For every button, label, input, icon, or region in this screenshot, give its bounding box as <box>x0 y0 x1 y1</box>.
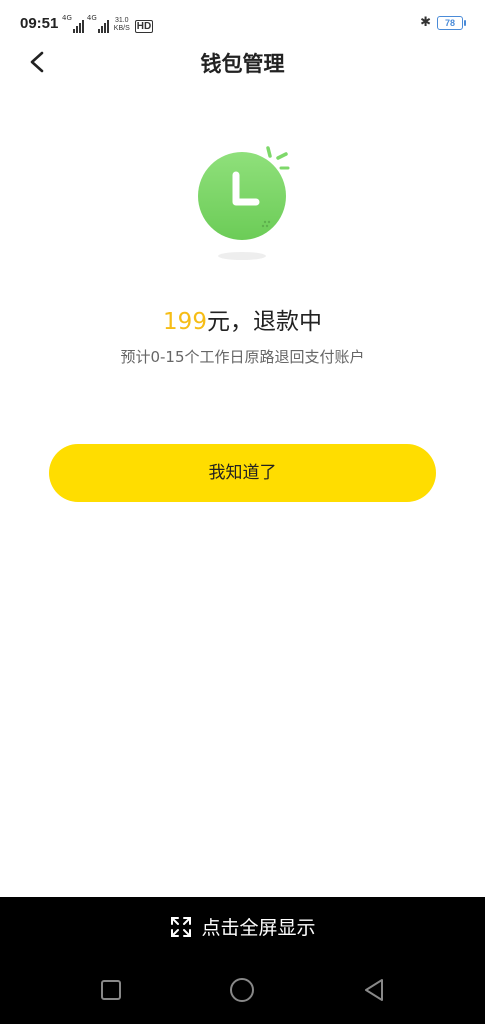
signal-icon-1 <box>72 19 84 33</box>
status-icons: 4G 4G 31.0 KB/S HD <box>62 14 154 33</box>
refund-hint: 预计0-15个工作日原路退回支付账户 <box>120 348 365 366</box>
refund-status: 199元，退款中 <box>0 302 485 336</box>
clock-icon <box>198 146 290 260</box>
nav-back-button[interactable] <box>359 975 389 1005</box>
network-speed: 31.0 KB/S <box>114 17 130 33</box>
network-type-1: 4G <box>62 14 72 22</box>
network-type-2: 4G <box>86 14 97 22</box>
status-time: 09:51 <box>20 15 59 32</box>
battery-icon: 78 <box>437 15 466 30</box>
fullscreen-label: 点击全屏显示 <box>201 917 316 939</box>
bluetooth-icon: ✱ <box>420 15 431 30</box>
clock-illustration <box>190 140 300 270</box>
recent-apps-button[interactable] <box>96 975 126 1005</box>
system-nav-bar <box>0 975 485 1005</box>
confirm-button[interactable]: 我知道了 <box>49 444 436 502</box>
expand-icon <box>171 916 192 937</box>
status-right: ✱ 78 <box>420 15 466 30</box>
refund-status-text: 元，退款中 <box>206 309 322 335</box>
speed-unit: KB/S <box>113 25 130 32</box>
square-icon <box>101 980 121 1000</box>
speed-value: 31.0 <box>114 17 129 24</box>
bottom-overlay: 点击全屏显示 <box>0 897 485 1024</box>
page-title: 钱包管理 <box>200 52 285 76</box>
circle-icon <box>230 978 254 1002</box>
triangle-back-icon <box>365 979 383 1001</box>
home-button[interactable] <box>227 975 257 1005</box>
refund-amount: 199 <box>163 309 207 335</box>
hd-voice-icon: HD <box>134 20 154 33</box>
fullscreen-button[interactable]: 点击全屏显示 <box>0 913 485 940</box>
signal-icon-2 <box>97 19 109 33</box>
page-header: 钱包管理 <box>0 40 485 84</box>
